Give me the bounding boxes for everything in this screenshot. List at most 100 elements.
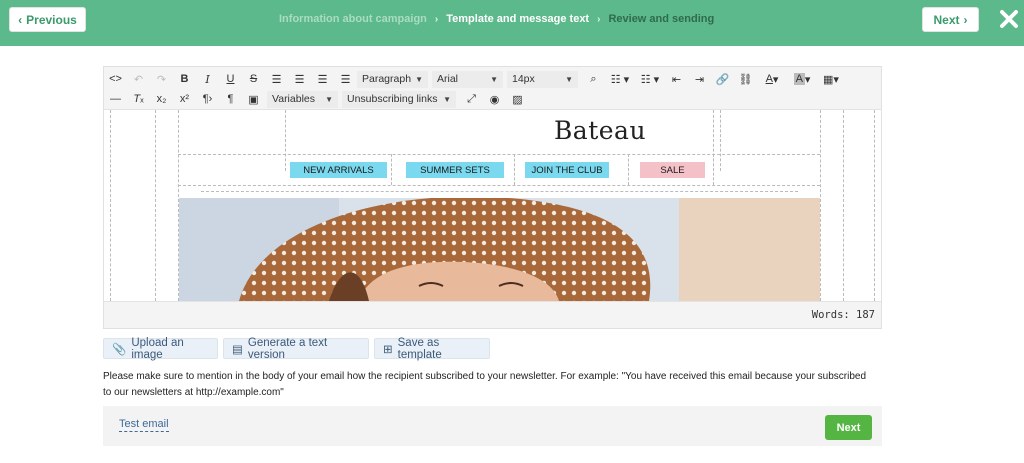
previous-label: Previous — [26, 12, 77, 27]
step-review[interactable]: Review and sending — [608, 13, 714, 25]
undo-icon[interactable]: ↶ — [127, 69, 150, 89]
text-version-label: Generate a text version — [247, 336, 328, 361]
font-color-icon[interactable]: A ▾ — [757, 69, 787, 89]
step-template[interactable]: Template and message text — [446, 13, 589, 25]
guide-line — [514, 154, 515, 185]
guide-line — [201, 191, 798, 192]
subscript-icon[interactable]: x₂ — [150, 89, 173, 109]
bullet-list-icon[interactable]: ☷ ▾ — [605, 69, 635, 89]
font-size-select[interactable]: 14px ▼ — [507, 70, 578, 88]
guide-line — [391, 154, 392, 185]
next-label: Next — [933, 12, 960, 27]
numbered-list-icon[interactable]: ☷ ▾ — [635, 69, 665, 89]
top-bar: ‹ Previous Information about campaign › … — [0, 0, 1024, 46]
caret-down-icon: ▼ — [325, 94, 333, 104]
background-color-icon[interactable]: A ▾ — [787, 69, 817, 89]
preview-icon[interactable]: ◉ — [483, 89, 506, 109]
generate-text-version-button[interactable]: ▤ Generate a text version — [223, 336, 369, 361]
brand-logo: Bateau — [553, 116, 647, 145]
paperclip-icon: 📎 — [112, 343, 127, 356]
toolbar-row-2: — Tₓ x₂ x² ¶› ¶ ▣ Variables ▼ Unsubscribi… — [104, 89, 529, 109]
variables-dropdown[interactable]: Variables ▼ — [267, 90, 338, 108]
chevron-right-icon: › — [434, 13, 439, 25]
guide-line — [178, 185, 820, 186]
nav-sale[interactable]: SALE — [640, 162, 705, 178]
table-icon[interactable]: ▦▾ — [817, 69, 845, 89]
strikethrough-icon[interactable]: S — [242, 69, 265, 89]
guide-line — [155, 110, 156, 301]
previous-button[interactable]: ‹ Previous — [9, 7, 86, 32]
link-icon[interactable]: 🔗 — [711, 69, 734, 89]
size-value: 14px — [512, 73, 535, 85]
hero-image[interactable] — [179, 198, 820, 301]
guide-line — [285, 110, 286, 171]
superscript-icon[interactable]: x² — [173, 89, 196, 109]
nav-new-arrivals[interactable]: NEW ARRIVALS — [290, 162, 387, 178]
format-select[interactable]: Paragraph ▼ — [357, 70, 428, 88]
editor-toolbar: <> ↶ ↷ B I U S ☰ ☰ ☰ ☰ Paragraph ▼ Arial ▼… — [104, 67, 881, 110]
caret-down-icon: ▼ — [415, 74, 423, 84]
code-view-icon[interactable]: <> — [104, 69, 127, 89]
document-icon: ▤ — [232, 343, 243, 356]
image-icon[interactable]: ▨ — [506, 89, 529, 109]
upload-image-label: Upload an image — [131, 336, 184, 361]
test-email-link[interactable]: Test email — [119, 418, 169, 432]
fullscreen-icon[interactable]: ⤢ — [460, 89, 483, 109]
save-as-template-button[interactable]: ⊞ Save as template — [374, 336, 490, 361]
unlink-icon[interactable]: ⛓ — [734, 69, 757, 89]
binoculars-icon[interactable]: ⌕ — [582, 69, 605, 89]
align-center-icon[interactable]: ☰ — [288, 69, 311, 89]
chevron-right-icon: › — [597, 13, 601, 25]
ltr-icon[interactable]: ¶› — [196, 89, 219, 109]
caret-down-icon: ▼ — [565, 74, 573, 84]
underline-icon[interactable]: U — [219, 69, 242, 89]
guide-line — [820, 110, 821, 301]
upload-image-button[interactable]: 📎 Upload an image — [103, 336, 218, 361]
clear-format-icon[interactable]: Tₓ — [127, 89, 150, 109]
nav-summer-sets[interactable]: SUMMER SETS — [406, 162, 504, 178]
next-bottom-label: Next — [836, 421, 861, 434]
next-button-bottom[interactable]: Next — [825, 415, 872, 440]
guide-line — [843, 110, 844, 301]
indent-icon[interactable]: ⇥ — [688, 69, 711, 89]
nav-join-the-club[interactable]: JOIN THE CLUB — [525, 162, 609, 178]
guide-line — [713, 154, 714, 185]
caret-down-icon: ▼ — [443, 94, 451, 104]
font-select[interactable]: Arial ▼ — [432, 70, 503, 88]
guide-line — [178, 154, 820, 155]
align-left-icon[interactable]: ☰ — [265, 69, 288, 89]
format-value: Paragraph — [362, 73, 412, 85]
chevron-left-icon: ‹ — [18, 12, 23, 27]
guide-line — [628, 154, 629, 185]
unsubscribe-label: Unsubscribing links — [347, 93, 438, 105]
chevron-right-icon: › — [963, 12, 968, 27]
next-button-top[interactable]: Next › — [922, 7, 979, 32]
align-right-icon[interactable]: ☰ — [311, 69, 334, 89]
redo-icon[interactable]: ↷ — [150, 69, 173, 89]
unsubscribe-links-dropdown[interactable]: Unsubscribing links ▼ — [342, 90, 456, 108]
guide-line — [110, 110, 111, 301]
save-template-icon: ⊞ — [383, 343, 393, 356]
step-information[interactable]: Information about campaign — [279, 13, 427, 25]
caret-down-icon: ▼ — [490, 74, 498, 84]
paragraph-mark-icon[interactable]: ¶ — [219, 89, 242, 109]
subscription-notice: Please make sure to mention in the body … — [103, 371, 867, 398]
close-icon[interactable] — [997, 7, 1021, 31]
video-icon[interactable]: ▣ — [242, 89, 265, 109]
save-template-label: Save as template — [397, 336, 442, 361]
toolbar-row-1: <> ↶ ↷ B I U S ☰ ☰ ☰ ☰ Paragraph ▼ Arial ▼… — [104, 69, 845, 89]
align-justify-icon[interactable]: ☰ — [334, 69, 357, 89]
italic-icon[interactable]: I — [196, 69, 219, 89]
horizontal-rule-icon[interactable]: — — [104, 89, 127, 109]
font-value: Arial — [437, 73, 459, 85]
guide-line — [874, 110, 875, 301]
email-canvas[interactable]: Bateau NEW ARRIVALS SUMMER SETS JOIN THE… — [104, 110, 881, 301]
wizard-steps: Information about campaign › Template an… — [279, 13, 714, 25]
variables-label: Variables — [272, 93, 315, 105]
footer-bar: Test email Next — [103, 406, 882, 446]
email-editor: <> ↶ ↷ B I U S ☰ ☰ ☰ ☰ Paragraph ▼ Arial ▼… — [103, 66, 882, 329]
bold-icon[interactable]: B — [173, 69, 196, 89]
word-count: Words: 187 — [811, 309, 875, 321]
outdent-icon[interactable]: ⇤ — [665, 69, 688, 89]
word-count-bar: Words: 187 — [104, 301, 881, 328]
